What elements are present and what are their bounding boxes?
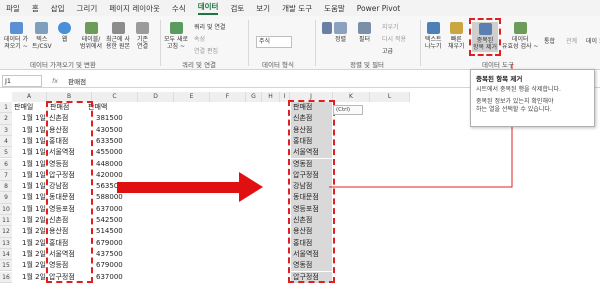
tooltip-title: 중복된 항목 제거 bbox=[476, 75, 523, 83]
tooltip-line: 중복된 정보가 있는지 확인해야 bbox=[476, 98, 554, 105]
remove-duplicates-tooltip: 중복된 항목 제거 시트에서 중복된 행을 삭제합니다. 중복된 정보가 있는지… bbox=[470, 69, 595, 127]
red-arrow-head bbox=[239, 172, 263, 202]
tooltip-line: 시트에서 중복된 행을 삭제합니다. bbox=[476, 86, 561, 93]
tooltip-line: 하는 열을 선택할 수 있습니다. bbox=[476, 106, 552, 113]
annotation-overlay bbox=[117, 64, 513, 202]
red-arrow-shaft bbox=[117, 182, 241, 193]
